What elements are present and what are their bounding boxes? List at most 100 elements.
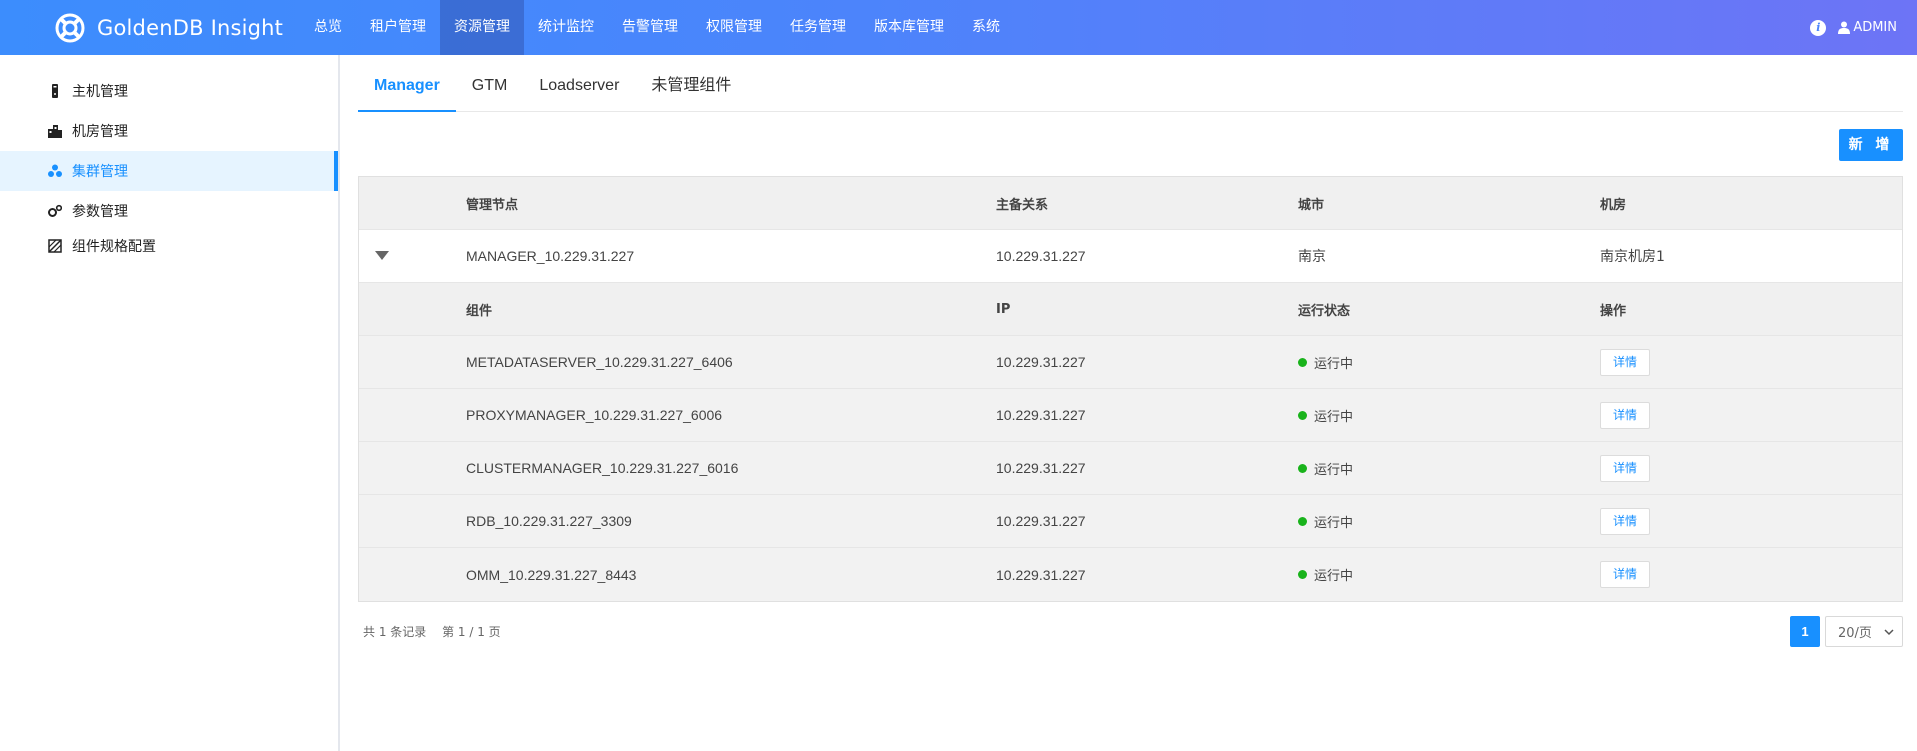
component-ip: 10.229.31.227: [996, 407, 1086, 423]
column-header: 管理节点: [466, 197, 519, 213]
status-dot-icon: [1298, 410, 1307, 420]
component-name: OMM_10.229.31.227_8443: [466, 566, 637, 583]
sidebar-item-cluster[interactable]: 集群管理: [0, 151, 338, 191]
table-row[interactable]: MANAGER_10.229.31.227 10.229.31.227 南京 南…: [359, 230, 1902, 283]
top-header: GoldenDB Insight 总览 租户管理 资源管理 统计监控 告警管理 …: [0, 0, 1917, 55]
status-badge: 运行中: [1298, 565, 1600, 584]
component-row: CLUSTERMANAGER_10.229.31.227_6016 10.229…: [359, 442, 1902, 495]
status-text: 运行中: [1314, 356, 1354, 372]
detail-button[interactable]: 详情: [1600, 348, 1650, 376]
main-nav: 总览 租户管理 资源管理 统计监控 告警管理 权限管理 任务管理 版本库管理 系…: [300, 0, 1014, 55]
brand[interactable]: GoldenDB Insight: [55, 0, 283, 55]
component-name: CLUSTERMANAGER_10.229.31.227_6016: [466, 460, 739, 476]
component-ip: 10.229.31.227: [996, 513, 1086, 529]
nav-item-overview[interactable]: 总览: [300, 0, 356, 55]
detail-button[interactable]: 详情: [1600, 454, 1650, 482]
cluster-icon: [48, 164, 62, 177]
page-size-select[interactable]: 20/页: [1825, 616, 1903, 647]
nav-item-resource[interactable]: 资源管理: [440, 0, 524, 55]
nav-item-system[interactable]: 系统: [958, 0, 1014, 55]
manager-table: 管理节点 主备关系 城市 机房 MANAGER_10.229.31.227 10…: [358, 176, 1903, 602]
main-content: Manager GTM Loadserver 未管理组件 新 增 管理节点 主备…: [358, 55, 1903, 751]
status-text: 运行中: [1314, 515, 1354, 531]
page-button[interactable]: 1: [1790, 616, 1820, 647]
brand-name: GoldenDB Insight: [97, 15, 284, 40]
sidebar-item-room[interactable]: 机房管理: [0, 111, 338, 151]
tab-manager[interactable]: Manager: [358, 55, 456, 112]
subtable-header-row: 组件 IP 运行状态 操作: [359, 283, 1902, 336]
nav-item-monitor[interactable]: 统计监控: [524, 0, 608, 55]
relation: 10.229.31.227: [996, 248, 1086, 264]
spec-icon: [48, 239, 62, 253]
detail-button[interactable]: 详情: [1600, 561, 1650, 588]
sidebar-item-spec[interactable]: 组件规格配置: [0, 231, 338, 261]
component-ip: 10.229.31.227: [996, 566, 1086, 583]
component-ip: 10.229.31.227: [996, 354, 1086, 370]
sidebar-item-host[interactable]: 主机管理: [0, 71, 338, 111]
tab-loadserver[interactable]: Loadserver: [523, 55, 635, 112]
user-icon: [1838, 21, 1851, 34]
nav-item-version[interactable]: 版本库管理: [860, 0, 958, 55]
collapse-caret-icon[interactable]: [375, 251, 389, 260]
pagination-info: 共 1 条记录 第 1 / 1 页: [363, 623, 513, 640]
status-dot-icon: [1298, 570, 1307, 579]
gears-icon: [48, 204, 62, 217]
status-dot-icon: [1298, 463, 1307, 473]
page-size-value: 20/页: [1838, 626, 1872, 641]
status-dot-icon: [1298, 516, 1307, 526]
header-tools: i ADMIN: [1810, 0, 1897, 55]
sidebar-item-label: 组件规格配置: [72, 239, 156, 255]
tab-gtm[interactable]: GTM: [456, 55, 524, 112]
sidebar-item-label: 集群管理: [72, 164, 128, 180]
host-icon: [52, 84, 58, 98]
city: 南京: [1298, 249, 1326, 265]
nav-item-alarm[interactable]: 告警管理: [608, 0, 692, 55]
detail-button[interactable]: 详情: [1600, 401, 1650, 429]
building-icon: [48, 125, 62, 138]
status-badge: 运行中: [1298, 406, 1600, 425]
status-badge: 运行中: [1298, 353, 1600, 372]
component-name: METADATASERVER_10.229.31.227_6406: [466, 354, 733, 370]
nav-item-task[interactable]: 任务管理: [776, 0, 860, 55]
page-info: 第 1 / 1 页: [442, 625, 501, 639]
column-header: IP: [996, 301, 1011, 317]
column-header: 主备关系: [996, 197, 1049, 213]
chevron-down-icon: [1884, 629, 1894, 636]
status-text: 运行中: [1314, 409, 1354, 425]
component-row: METADATASERVER_10.229.31.227_6406 10.229…: [359, 336, 1902, 389]
column-header: 组件: [466, 303, 493, 319]
status-badge: 运行中: [1298, 459, 1600, 478]
component-row: PROXYMANAGER_10.229.31.227_6006 10.229.3…: [359, 389, 1902, 442]
pagination: 1 20/页: [1790, 616, 1903, 647]
sidebar-item-label: 主机管理: [72, 84, 128, 100]
sidebar-item-params[interactable]: 参数管理: [0, 191, 338, 231]
sidebar-item-label: 参数管理: [72, 204, 128, 220]
user-menu[interactable]: ADMIN: [1838, 20, 1897, 35]
status-text: 运行中: [1314, 569, 1354, 584]
status-badge: 运行中: [1298, 512, 1600, 531]
status-dot-icon: [1298, 357, 1307, 367]
component-ip: 10.229.31.227: [996, 460, 1086, 476]
component-tabs: Manager GTM Loadserver 未管理组件: [358, 55, 1903, 112]
component-name: PROXYMANAGER_10.229.31.227_6006: [466, 407, 723, 423]
manager-node: MANAGER_10.229.31.227: [466, 248, 635, 264]
total-records: 共 1 条记录: [363, 625, 427, 639]
status-text: 运行中: [1314, 462, 1354, 478]
user-name: ADMIN: [1853, 20, 1897, 35]
add-button[interactable]: 新 增: [1839, 129, 1903, 161]
room: 南京机房1: [1600, 249, 1665, 265]
nav-item-permission[interactable]: 权限管理: [692, 0, 776, 55]
column-header: 机房: [1600, 197, 1627, 213]
info-icon[interactable]: i: [1810, 19, 1827, 36]
component-name: RDB_10.229.31.227_3309: [466, 513, 632, 529]
detail-button[interactable]: 详情: [1600, 507, 1650, 535]
goldendb-logo-icon: [55, 13, 85, 42]
nav-item-tenant[interactable]: 租户管理: [356, 0, 440, 55]
column-header: 运行状态: [1298, 303, 1351, 319]
tab-unmanaged[interactable]: 未管理组件: [635, 55, 747, 112]
column-header: 城市: [1298, 197, 1325, 213]
sidebar-item-label: 机房管理: [72, 124, 128, 140]
component-row: RDB_10.229.31.227_3309 10.229.31.227 运行中…: [359, 495, 1902, 548]
column-header: 操作: [1600, 303, 1627, 319]
table-header-row: 管理节点 主备关系 城市 机房: [359, 177, 1902, 230]
